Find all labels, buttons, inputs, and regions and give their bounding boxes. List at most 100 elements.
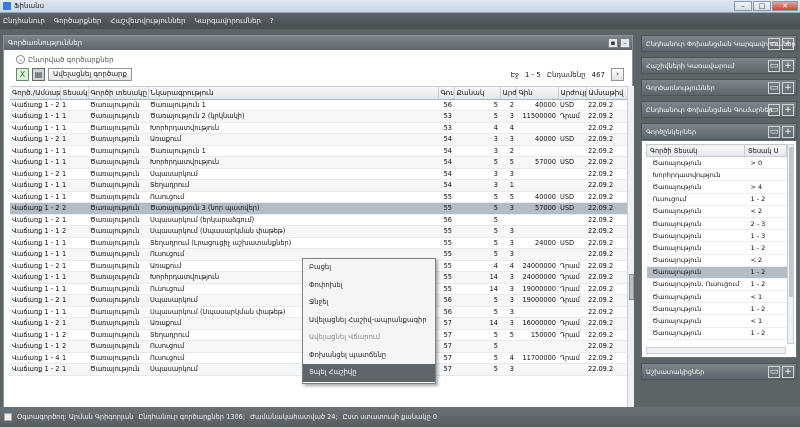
table-row[interactable]: Ծառայություն 1 - 3: [646, 229, 787, 243]
table-cell: Ծառայություն: [88, 248, 148, 261]
table-row[interactable]: Ծառայություն < 1: [646, 290, 787, 304]
table-row[interactable]: Վաճառք 1 - 1 1 Ծառայություն Ծառայություն 15…: [10, 145, 628, 157]
horizontal-scrollbar[interactable]: [646, 347, 786, 354]
print-icon[interactable]: ▤: [32, 68, 45, 81]
column-header[interactable]: Գին: [516, 87, 559, 100]
plus-icon[interactable]: +: [782, 104, 794, 116]
table-row[interactable]: Վաճառք 1 - 1 2 Ծառայություն Սպասարկում (Սպա…: [10, 225, 628, 238]
column-header[interactable]: Գործի տեսակը: [88, 87, 149, 100]
table-cell: Խորհրդատվություն: [148, 122, 438, 134]
table-row[interactable]: Ծառայություն 1 - 2: [646, 327, 787, 340]
pin-icon[interactable]: ▪: [608, 38, 618, 48]
page-next-button[interactable]: ›: [611, 68, 624, 81]
plus-icon[interactable]: +: [782, 38, 794, 50]
side-panel-header[interactable]: Հաշիվների Կառավարում ▭ +: [641, 57, 797, 74]
grid-vertical-scrollbar[interactable]: [627, 86, 634, 416]
plus-icon[interactable]: +: [782, 126, 794, 138]
table-cell: 1: [60, 191, 88, 203]
table-row[interactable]: Վաճառք 1 - 2 1 Ծառայություն Առաքում 54 3 3 4000…: [10, 133, 628, 146]
table-row[interactable]: Վաճառք 1 - 1 1 Ծառայություն Տեղադրում 54 3 1 22…: [10, 179, 628, 192]
table-cell: [558, 214, 586, 226]
excel-export-icon[interactable]: X: [16, 68, 29, 81]
close-button[interactable]: ✕: [772, 1, 798, 11]
table-cell: 56: [438, 306, 454, 318]
column-header[interactable]: Գործ./Ամսաթիվ: [10, 87, 61, 100]
collapse-icon[interactable]: –: [620, 38, 630, 48]
scroll-thumb[interactable]: [789, 147, 793, 297]
context-menu-item[interactable]: Ջնջել: [303, 294, 435, 312]
minimize-button[interactable]: –: [734, 1, 752, 11]
restore-icon[interactable]: ▭: [768, 60, 780, 72]
table-row[interactable]: Վաճառք 1 - 2 1 Ծառայություն Սպասարկում (երկ…: [10, 214, 628, 226]
restore-icon[interactable]: ▭: [768, 104, 780, 116]
side-panel-header[interactable]: Գործառնություններ ▭ +: [641, 79, 797, 96]
column-header[interactable]: Արժույթ: [558, 87, 587, 100]
table-row[interactable]: Ծառայություն > 0: [646, 156, 787, 170]
table-row[interactable]: Վաճառք 1 - 1 1 Ծառայություն Խորհրդատվությու…: [10, 156, 628, 169]
table-row[interactable]: Ծառայություն 1 - 2: [646, 241, 787, 255]
table-cell: USD: [558, 202, 586, 215]
table-row[interactable]: Վաճառք 1 - 2 1 Ծառայություն Ծառայություն 15…: [10, 99, 628, 111]
menu-item-general[interactable]: Ընդհանուր: [3, 17, 45, 25]
context-menu-item[interactable]: Ավելացնել Հաշիվ-ապրանքագիր: [303, 312, 435, 330]
side-panel-header[interactable]: Գործընկերներ ▭ +: [641, 123, 797, 140]
plus-icon[interactable]: +: [782, 82, 794, 94]
table-row[interactable]: Ծառայություն 1 - 2: [646, 266, 787, 279]
context-menu-item[interactable]: Տպել Հաշիվը: [303, 364, 435, 382]
side-panel-header[interactable]: Աշխատակիցներ ▭ +: [641, 363, 797, 380]
table-row[interactable]: Վաճառք 1 - 1 1 Ծառայություն Ծառայություն 2 …: [10, 110, 628, 123]
side-panel-header[interactable]: Ընդհանուր Փոխանցման Գումարներ ▭ +: [641, 101, 797, 118]
table-row[interactable]: Վաճառք 1 - 2 1 Ծառայություն Սպասարկում 54 3 3 2…: [10, 168, 628, 180]
table-row[interactable]: Ծառայություն 2 - 3: [646, 217, 787, 231]
table-row[interactable]: Վաճառք 1 - 1 1 Ծառայություն Խորհրդատվությու…: [10, 122, 628, 134]
column-header[interactable]: Տեսակ Ս: [744, 144, 787, 157]
table-row[interactable]: Վաճառք 1 - 1 1 Ծառայություն Տեղադրում (Լրաց…: [10, 237, 628, 249]
context-menu-item[interactable]: Փոխանցել պատճենը: [303, 347, 435, 365]
table-cell: Ծառայություն, Ուսուցում: [646, 278, 745, 292]
table-row[interactable]: Ծառայություն < 1: [646, 314, 787, 328]
restore-icon[interactable]: ▭: [768, 366, 780, 378]
plus-icon[interactable]: +: [782, 366, 794, 378]
menu-item-reports[interactable]: Հաշվետվություններ: [110, 17, 185, 25]
side-panel-header[interactable]: Ընդհանուր Փոխանցման Կարգավորումներ ▭ +: [641, 35, 797, 52]
vertical-scrollbar[interactable]: [787, 144, 794, 344]
column-header[interactable]: Նկարագրություն: [148, 87, 439, 100]
menu-item-transactions[interactable]: Գործարքներ: [54, 17, 102, 25]
maximize-button[interactable]: □: [753, 1, 771, 11]
column-header[interactable]: Արժեք: [500, 87, 517, 100]
chevron-down-icon[interactable]: ⌄: [16, 55, 25, 64]
plus-icon[interactable]: +: [782, 60, 794, 72]
table-row[interactable]: Ծառայություն > 4: [646, 180, 787, 194]
pager-range: 1 - 5: [524, 70, 541, 79]
add-transaction-button[interactable]: Ավելացնել գործարք: [48, 68, 132, 81]
scroll-thumb[interactable]: [629, 274, 634, 300]
table-row[interactable]: Ծառայություն < 2: [646, 254, 787, 267]
table-row[interactable]: Ծառայություն < 2: [646, 205, 787, 218]
context-menu-item[interactable]: Ավելացնել Վճարում: [303, 329, 435, 347]
filter-label[interactable]: Ընտրված գործարքներ: [28, 56, 114, 64]
table-row[interactable]: Վաճառք 1 - 1 1 Ծառայություն Ուսուցում 55 5 5 40…: [10, 191, 628, 203]
menu-item-settings[interactable]: Կարգավորումներ: [195, 17, 261, 25]
table-cell: 3: [500, 202, 516, 215]
status-checkbox[interactable]: [4, 413, 12, 421]
context-menu-item[interactable]: Փոփոխել: [303, 277, 435, 295]
table-cell: Ծառայություն 3 (նոր պատվեր): [148, 202, 438, 215]
table-cell: 24000: [516, 237, 558, 249]
column-header[interactable]: Տեսակ: [60, 87, 89, 100]
table-row[interactable]: Վաճառք 1 - 2 2 Ծառայություն Ծառայություն 3 …: [10, 202, 628, 215]
column-header[interactable]: Գումար: [438, 87, 455, 100]
column-header[interactable]: Ամսաթիվ: [586, 87, 628, 100]
restore-icon[interactable]: ▭: [768, 38, 780, 50]
column-header[interactable]: Քանակ: [454, 87, 501, 100]
table-row[interactable]: Ծառայություն, Ուսուցում 1 - 2: [646, 278, 787, 292]
restore-icon[interactable]: ▭: [768, 82, 780, 94]
table-cell: USD: [558, 156, 586, 169]
table-cell: 2 - 3: [744, 217, 787, 231]
table-row[interactable]: Խորհրդատվություն: [646, 168, 787, 182]
column-header[interactable]: Գործի Տեսակ: [646, 144, 745, 157]
menu-item-help[interactable]: ?: [270, 17, 274, 25]
table-row[interactable]: Ծառայություն 1 - 2: [646, 302, 787, 316]
context-menu-item[interactable]: Բացել: [303, 259, 435, 277]
table-row[interactable]: Ուսուցում 1 - 2: [646, 193, 787, 206]
restore-icon[interactable]: ▭: [768, 126, 780, 138]
